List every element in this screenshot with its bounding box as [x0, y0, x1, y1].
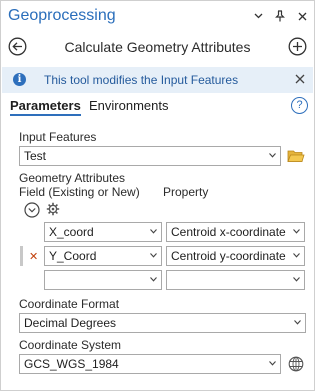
delete-row-icon[interactable]: ✕ — [29, 250, 38, 263]
chevron-down-icon — [269, 361, 276, 366]
tab-parameters[interactable]: Parameters — [10, 98, 81, 116]
banner-message: This tool modifies the Input Features — [44, 73, 239, 87]
chevron-down-icon — [269, 153, 276, 158]
row-drag-handle[interactable] — [20, 246, 23, 266]
property-dropdown-row-1[interactable]: Centroid x-coordinate — [166, 222, 305, 242]
chevron-down-icon — [150, 253, 157, 258]
titlebar-controls — [252, 9, 308, 23]
chevron-down-icon — [294, 320, 301, 325]
help-icon[interactable]: ? — [291, 97, 308, 114]
coordinate-format-dropdown[interactable]: Decimal Degrees — [19, 313, 306, 333]
tool-title: Calculate Geometry Attributes — [64, 39, 251, 55]
info-banner: i This tool modifies the Input Features — [2, 67, 313, 93]
field-input-row-1[interactable]: X_coord — [44, 222, 162, 242]
coordinate-system-value: GCS_WGS_1984 — [24, 357, 119, 371]
pin-icon[interactable] — [274, 9, 286, 23]
chevron-down-icon — [293, 277, 300, 282]
chevron-down-icon — [293, 253, 300, 258]
gear-icon[interactable] — [46, 202, 60, 216]
chevron-down-icon[interactable] — [252, 9, 264, 23]
pane-titlebar: Geoprocessing — [1, 1, 314, 32]
field-column-header: Field (Existing or New) — [19, 185, 140, 199]
geometry-attributes-label: Geometry Attributes — [19, 171, 126, 185]
expand-chevron-icon[interactable] — [24, 202, 40, 218]
close-icon[interactable] — [296, 9, 308, 23]
property-dropdown-row-2[interactable]: Centroid y-coordinate — [166, 246, 305, 266]
property-value: Centroid x-coordinate — [171, 225, 286, 239]
property-dropdown-row-3[interactable] — [166, 270, 305, 290]
chevron-down-icon — [150, 229, 157, 234]
input-features-label: Input Features — [19, 130, 97, 144]
geoprocessing-pane: Geoprocessing Calculate Geometry Attribu… — [0, 0, 315, 391]
field-value: Y_Coord — [49, 249, 97, 263]
tab-strip: Parameters Environments ? — [1, 97, 314, 119]
field-input-row-3[interactable] — [44, 270, 162, 290]
coordinate-format-value: Decimal Degrees — [24, 316, 117, 330]
chevron-down-icon — [293, 229, 300, 234]
folder-icon[interactable] — [287, 149, 305, 163]
tab-environments[interactable]: Environments — [89, 98, 168, 113]
pane-title: Geoprocessing — [8, 7, 116, 24]
globe-icon[interactable] — [288, 356, 304, 372]
add-icon[interactable] — [288, 37, 307, 56]
info-icon: i — [13, 73, 26, 86]
property-column-header: Property — [163, 185, 209, 199]
field-input-row-2[interactable]: Y_Coord — [44, 246, 162, 266]
coordinate-format-label: Coordinate Format — [19, 297, 120, 311]
tool-header: Calculate Geometry Attributes — [1, 32, 314, 62]
input-features-dropdown[interactable]: Test — [19, 146, 281, 166]
coordinate-system-dropdown[interactable]: GCS_WGS_1984 — [19, 354, 281, 374]
coordinate-system-label: Coordinate System — [19, 338, 122, 352]
property-value: Centroid y-coordinate — [171, 249, 286, 263]
close-icon[interactable] — [293, 72, 307, 86]
field-value: X_coord — [49, 225, 94, 239]
input-features-value: Test — [24, 149, 47, 163]
chevron-down-icon — [150, 277, 157, 282]
